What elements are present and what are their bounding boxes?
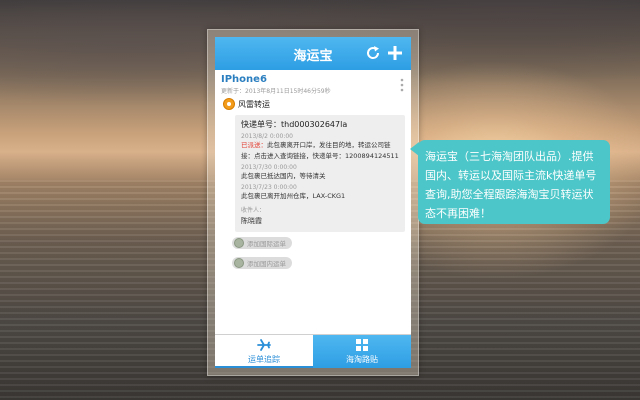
item-title: IPhone6 [221, 74, 267, 85]
add-international-waybill-button[interactable]: 添加国际运单 [232, 237, 292, 249]
event-time: 2013/8/2 0:00:00 [241, 133, 293, 140]
recipient-label: 收件人： [241, 207, 266, 214]
app-window-frame: 海运宝 IPhone6 更新于：2013年8月11日15时46分59秒 风雷转运… [207, 29, 419, 376]
item-updated-time: 更新于：2013年8月11日15时46分59秒 [221, 88, 331, 95]
carrier-name: 风雷转运 [238, 99, 270, 109]
grid-icon [356, 339, 368, 351]
bottom-tab-bar: 运单追踪 海淘路贴 [215, 334, 411, 368]
app-panel: 海运宝 IPhone6 更新于：2013年8月11日15时46分59秒 风雷转运… [215, 37, 411, 368]
tab-tracking-label: 运单追踪 [248, 355, 280, 364]
add-domestic-label: 添加国内运单 [247, 260, 286, 268]
add-icon[interactable] [385, 43, 405, 63]
list-item[interactable]: IPhone6 更新于：2013年8月11日15时46分59秒 [215, 70, 411, 95]
add-international-label: 添加国际运单 [247, 240, 286, 248]
promo-callout: 海运宝（三七海淘团队出品）.提供国内、转运以及国际主流k快递单号查询,助您全程跟… [418, 140, 610, 224]
event-time: 2013/7/30 0:00:00 [241, 164, 297, 171]
globe-icon [234, 258, 244, 268]
promo-text: 海运宝（三七海淘团队出品）.提供国内、转运以及国际主流k快递单号查询,助您全程跟… [425, 150, 597, 220]
tab-shopping-tips[interactable]: 海淘路贴 [313, 335, 411, 368]
airplane-icon [257, 339, 271, 351]
app-title: 海运宝 [293, 49, 333, 64]
event-description: 此包裹已离开加州仓库，LAX-CKG1 [241, 192, 346, 200]
title-bar: 海运宝 [215, 37, 411, 70]
carrier-row: 风雷转运 [215, 95, 411, 110]
event-text: 已派送：此包裹离开口岸，发往目的地，转运公司链接：点击进入查询链接，快递单号：1… [241, 140, 399, 162]
event-time: 2013/7/23 0:00:00 [241, 184, 297, 191]
event-description: 此包裹已抵达国内，等待清关 [241, 172, 326, 180]
event-status: 已派送： [241, 141, 267, 149]
add-domestic-waybill-button[interactable]: 添加国内运单 [232, 257, 292, 269]
tracking-details: 快递单号：thd000302647la 2013/8/2 0:00:00 已派送… [235, 115, 405, 232]
tab-tracking[interactable]: 运单追踪 [215, 335, 313, 368]
globe-icon [234, 238, 244, 248]
carrier-logo-icon [223, 98, 235, 110]
tracking-number: 快递单号：thd000302647la [241, 120, 348, 129]
tab-shopping-tips-label: 海淘路贴 [346, 355, 378, 364]
tracking-list: IPhone6 更新于：2013年8月11日15时46分59秒 风雷转运 快递单… [215, 70, 411, 335]
recipient-name: 陈晓霞 [241, 217, 262, 225]
active-tab-indicator [215, 366, 313, 368]
refresh-icon[interactable] [365, 45, 381, 61]
more-vertical-icon[interactable] [400, 78, 404, 92]
